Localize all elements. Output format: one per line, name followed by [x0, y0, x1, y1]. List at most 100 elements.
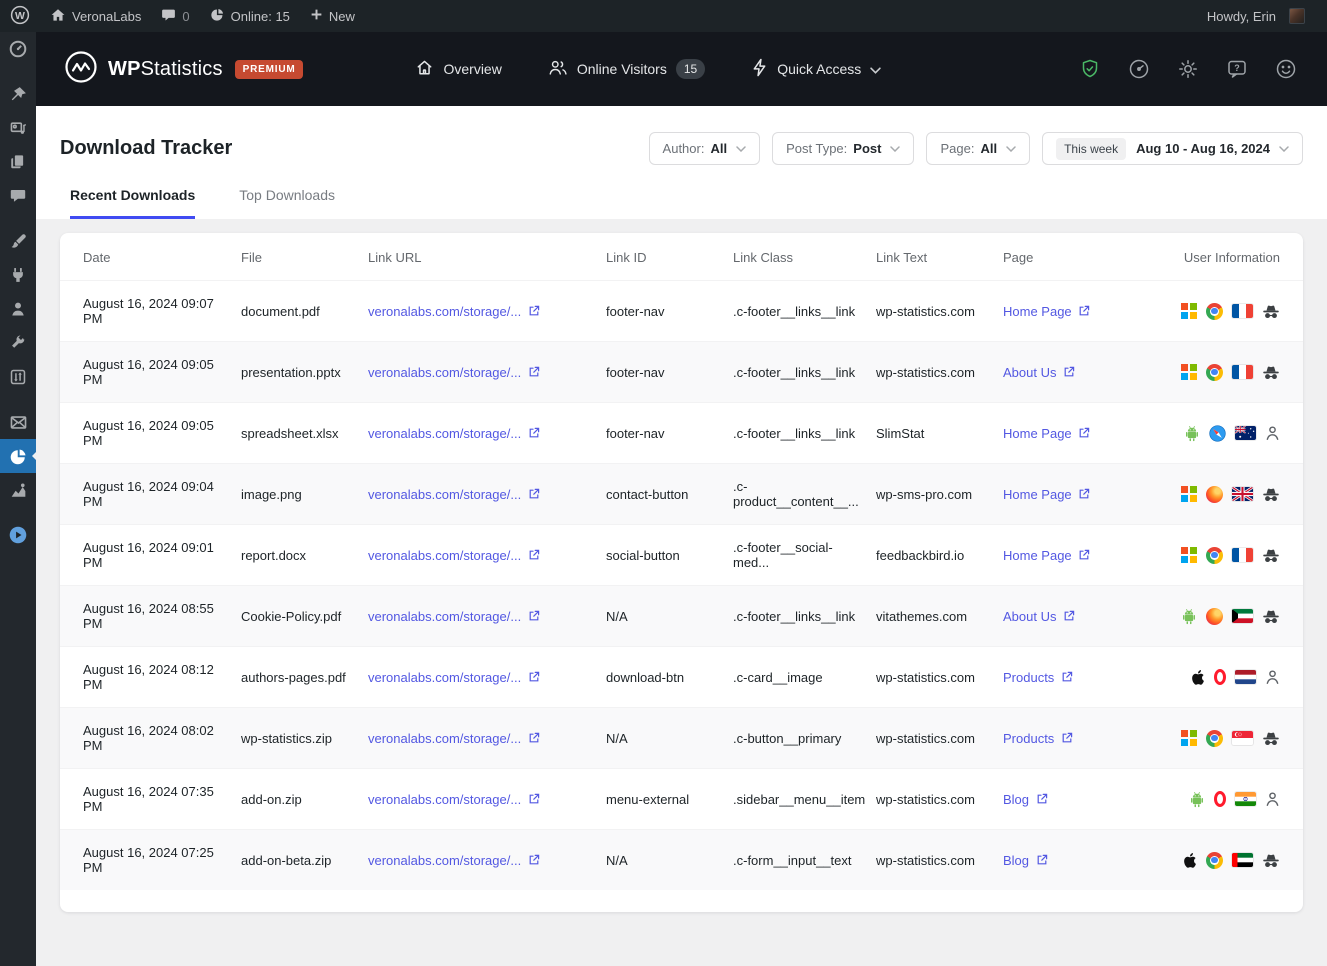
cell-link-id: contact-button [606, 486, 689, 502]
link-url[interactable]: veronalabs.com/storage/... [368, 853, 540, 868]
link-url[interactable]: veronalabs.com/storage/... [368, 487, 540, 502]
comments-menu[interactable]: 0 [151, 0, 199, 32]
col-file: File [241, 250, 262, 265]
sidebar-item-statistics[interactable] [0, 439, 36, 473]
incognito-icon [1262, 731, 1280, 746]
wpstatistics-header: WPStatistics PREMIUM Overview Online Vis… [36, 32, 1327, 106]
link-url[interactable]: veronalabs.com/storage/... [368, 670, 540, 685]
cell-link-url: veronalabs.com/storage/... [368, 464, 606, 525]
page-link[interactable]: Blog [1003, 853, 1048, 868]
india-flag-icon [1235, 792, 1256, 806]
table-row: August 16, 2024 07:35 PM add-on.zip verona… [60, 768, 1303, 830]
cell-file: document.pdf [241, 303, 320, 319]
sidebar-item-mail[interactable] [0, 405, 36, 439]
cell-user-information [1163, 830, 1303, 891]
sidebar-item-pages[interactable] [0, 145, 36, 179]
page-filter[interactable]: Page: All [926, 132, 1031, 165]
safari-browser-icon [1209, 424, 1226, 442]
page-link[interactable]: Home Page [1003, 548, 1090, 563]
link-url[interactable]: veronalabs.com/storage/... [368, 792, 540, 807]
post-type-filter[interactable]: Post Type: Post [772, 132, 915, 165]
shield-check-icon[interactable] [1079, 58, 1101, 80]
sidebar-item-users[interactable] [0, 292, 36, 326]
gear-icon[interactable] [1177, 58, 1199, 80]
table-row: August 16, 2024 09:04 PM image.png veronal… [60, 463, 1303, 525]
cell-file: Cookie-Policy.pdf [241, 608, 342, 624]
page-link[interactable]: Blog [1003, 792, 1048, 807]
date-range-filter[interactable]: This week Aug 10 - Aug 16, 2024 [1042, 132, 1303, 165]
page-link[interactable]: About Us [1003, 365, 1075, 380]
cell-file: add-on.zip [241, 791, 302, 807]
mail-icon [9, 413, 28, 432]
filters-bar: Author: All Post Type: Post Page: All This … [648, 132, 1303, 165]
lightning-icon [751, 58, 768, 80]
incognito-icon [1262, 853, 1280, 868]
sidebar-item-plugins[interactable] [0, 258, 36, 292]
wordpress-logo-menu[interactable]: W [0, 0, 40, 32]
col-link-id: Link ID [606, 250, 647, 265]
user-icon [1265, 425, 1280, 441]
author-filter[interactable]: Author: All [648, 132, 761, 165]
kuwait-flag-icon [1232, 609, 1253, 623]
nav-overview-label: Overview [443, 61, 502, 77]
cell-link-class: .c-product__content__... [733, 479, 859, 509]
col-date: Date [83, 250, 111, 265]
cell-link-class: .c-footer__social-med... [733, 540, 833, 570]
page-link[interactable]: Products [1003, 731, 1073, 746]
sidebar-item-posts[interactable] [0, 77, 36, 111]
wpstatistics-logo[interactable]: WPStatistics PREMIUM [64, 50, 304, 89]
avatar [1289, 8, 1305, 24]
cell-link-id: download-btn [606, 669, 685, 685]
smiley-icon[interactable] [1275, 58, 1297, 80]
cell-link-url: veronalabs.com/storage/... [368, 525, 606, 586]
page-link[interactable]: Home Page [1003, 487, 1090, 502]
cell-page: Products [1003, 647, 1163, 708]
link-url[interactable]: veronalabs.com/storage/... [368, 365, 540, 380]
sidebar-item-comments[interactable] [0, 179, 36, 213]
admin-sidebar [0, 32, 36, 966]
nav-quick-access[interactable]: Quick Access [751, 58, 881, 80]
new-menu[interactable]: New [300, 0, 365, 32]
gauge-icon[interactable] [1128, 58, 1150, 80]
col-link-url: Link URL [368, 250, 422, 265]
page-link[interactable]: Home Page [1003, 304, 1090, 319]
australia-flag-icon [1235, 426, 1256, 440]
cell-link-url: veronalabs.com/storage/... [368, 769, 606, 830]
sidebar-item-appearance[interactable] [0, 224, 36, 258]
online-visitors-menu[interactable]: Online: 15 [200, 0, 300, 32]
sidebar-item-dashboard[interactable] [0, 32, 36, 66]
nav-overview[interactable]: Overview [415, 58, 502, 80]
site-name-menu[interactable]: VeronaLabs [40, 0, 151, 32]
cell-user-information [1163, 403, 1303, 464]
link-url[interactable]: veronalabs.com/storage/... [368, 609, 540, 624]
cell-file: add-on-beta.zip [241, 852, 332, 868]
pages-icon [9, 153, 27, 171]
sidebar-item-analytics[interactable] [0, 473, 36, 507]
link-url[interactable]: veronalabs.com/storage/... [368, 548, 540, 563]
cell-link-id: menu-external [606, 791, 690, 807]
tabs-bar: Recent Downloads Top Downloads [60, 187, 1303, 219]
cell-link-text: vitathemes.com [876, 608, 968, 624]
cell-link-url: veronalabs.com/storage/... [368, 281, 606, 342]
page-link[interactable]: Products [1003, 670, 1073, 685]
account-menu[interactable]: Howdy, Erin [1197, 0, 1315, 32]
uae-flag-icon [1232, 853, 1253, 867]
tab-recent-downloads[interactable]: Recent Downloads [70, 187, 196, 219]
android-os-icon [1181, 608, 1197, 625]
link-url[interactable]: veronalabs.com/storage/... [368, 426, 540, 441]
cell-link-text: wp-statistics.com [876, 364, 975, 380]
home-icon [50, 7, 66, 26]
link-url[interactable]: veronalabs.com/storage/... [368, 304, 540, 319]
sidebar-item-tools[interactable] [0, 326, 36, 360]
sidebar-item-play[interactable] [0, 518, 36, 552]
nav-online-visitors[interactable]: Online Visitors 15 [548, 58, 706, 80]
tab-top-downloads[interactable]: Top Downloads [239, 187, 335, 219]
page-link[interactable]: About Us [1003, 609, 1075, 624]
sidebar-item-settings[interactable] [0, 360, 36, 394]
page-link[interactable]: Home Page [1003, 426, 1090, 441]
downloads-table-card: Date File Link URL Link ID Link Class Li… [60, 233, 1303, 912]
link-url[interactable]: veronalabs.com/storage/... [368, 731, 540, 746]
singapore-flag-icon [1232, 731, 1253, 745]
sidebar-item-media[interactable] [0, 111, 36, 145]
help-icon[interactable]: ? [1226, 58, 1248, 80]
